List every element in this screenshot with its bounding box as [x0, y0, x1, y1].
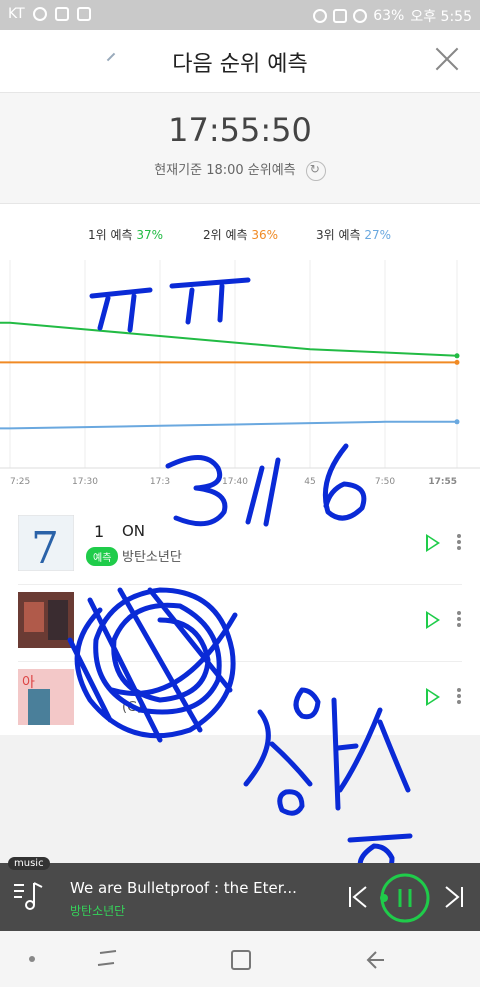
- series-point: [455, 353, 460, 358]
- album-art: [18, 592, 74, 648]
- ranking-list: 7 1 ON 예측 방탄소년단 아 (G): [0, 508, 480, 739]
- x-tick-label: 17:3: [150, 477, 170, 487]
- prediction-badge: 예측: [86, 547, 118, 566]
- prediction-chart: 7:25 17:30 17:3 17:40 45 7:50 17:55: [0, 260, 480, 500]
- series-point: [455, 360, 460, 365]
- pause-button[interactable]: [378, 871, 432, 925]
- legend-label-1: 1위 예측: [88, 228, 133, 242]
- timer-panel: 17:55:50 현재기준 18:00 순위예측: [0, 93, 480, 204]
- wifi-icon: [353, 9, 367, 23]
- album-art: 아: [18, 669, 74, 725]
- gallery-icon: [55, 7, 69, 21]
- previous-icon[interactable]: [346, 883, 370, 911]
- page-title: 다음 순위 예측: [0, 46, 480, 78]
- song-title: ON: [122, 522, 145, 540]
- back-icon[interactable]: [368, 952, 384, 968]
- basis-label: 현재기준 18:00 순위예측: [154, 163, 295, 178]
- empty-area: [0, 735, 480, 863]
- hd-icon: [333, 9, 347, 23]
- x-tick-label: 45: [304, 477, 315, 487]
- home-icon[interactable]: [232, 951, 250, 969]
- battery-label: 63%: [373, 8, 404, 24]
- next-icon[interactable]: [442, 883, 466, 911]
- dot-icon[interactable]: [29, 956, 35, 962]
- legend-item-1: 1위 예측 37%: [88, 226, 163, 243]
- svg-text:7: 7: [31, 523, 59, 571]
- legend-item-3: 3위 예측 27%: [316, 226, 391, 243]
- recents-icon[interactable]: [98, 951, 116, 965]
- series-line-3: [0, 422, 457, 429]
- legend-label-2: 2위 예측: [203, 228, 248, 242]
- prediction-basis: 현재기준 18:00 순위예측: [0, 159, 480, 181]
- alarm-icon: [313, 9, 327, 23]
- play-icon[interactable]: [426, 534, 440, 552]
- x-tick-label: 17:30: [72, 477, 98, 487]
- header: 다음 순위 예측: [0, 30, 480, 93]
- list-item[interactable]: 아 (G): [18, 662, 462, 739]
- list-item[interactable]: [18, 585, 462, 662]
- countdown-time: 17:55:50: [0, 111, 480, 149]
- series-line-1: [0, 323, 457, 356]
- more-icon[interactable]: [456, 532, 462, 558]
- x-tick-label: 7:25: [10, 477, 30, 487]
- activity-icon: [77, 7, 91, 21]
- artist-name: (G): [122, 700, 142, 715]
- carrier-label: KT: [8, 6, 25, 22]
- legend-item-2: 2위 예측 36%: [203, 226, 278, 243]
- list-item[interactable]: 7 1 ON 예측 방탄소년단: [18, 508, 462, 585]
- play-icon[interactable]: [426, 688, 440, 706]
- status-time: 오후 5:55: [410, 6, 472, 26]
- legend-label-3: 3위 예측: [316, 228, 361, 242]
- status-bar: KT 63% 오후 5:55: [0, 0, 480, 30]
- nav-icons: [0, 931, 480, 987]
- system-nav-bar: [0, 931, 480, 987]
- player-title: We are Bulletproof : the Eter...: [70, 879, 340, 897]
- music-tag: music: [8, 857, 50, 870]
- legend-pct-2: 36%: [251, 228, 278, 242]
- legend-pct-3: 27%: [364, 228, 391, 242]
- playlist-icon[interactable]: [12, 879, 48, 915]
- album-art: 7: [18, 515, 74, 571]
- rank-number: 1: [94, 522, 104, 541]
- play-icon[interactable]: [426, 611, 440, 629]
- more-icon[interactable]: [456, 609, 462, 635]
- legend-pct-1: 37%: [136, 228, 163, 242]
- player-artist: 방탄소년단: [70, 902, 125, 919]
- refresh-icon[interactable]: [306, 161, 326, 181]
- svg-text:아: 아: [22, 675, 35, 691]
- close-icon[interactable]: [432, 44, 462, 74]
- more-icon[interactable]: [456, 686, 462, 712]
- artist-name: 방탄소년단: [122, 546, 182, 565]
- x-tick-label: 17:55: [428, 477, 457, 487]
- notification-icon: [33, 7, 47, 21]
- mini-player[interactable]: [0, 863, 480, 931]
- x-tick-label: 17:40: [222, 477, 248, 487]
- series-point: [455, 419, 460, 424]
- x-tick-label: 7:50: [375, 477, 395, 487]
